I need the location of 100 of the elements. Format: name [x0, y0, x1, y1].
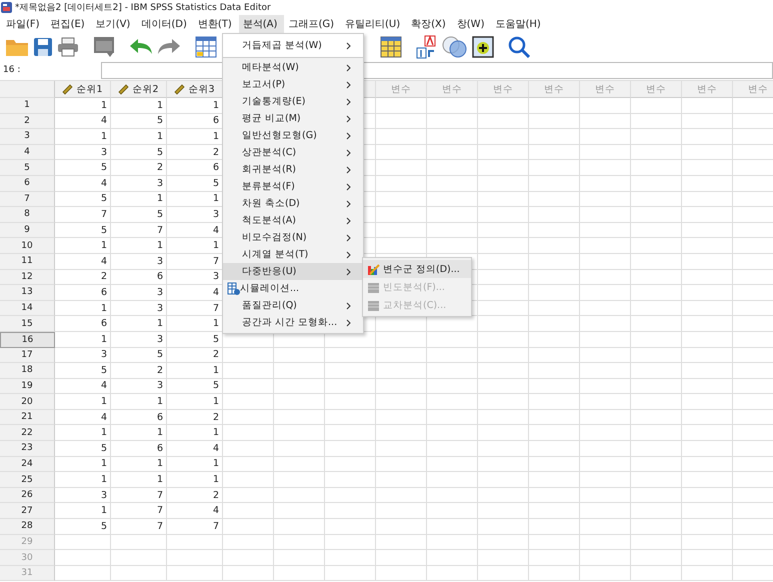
- menu-item[interactable]: 회귀분석(R): [223, 161, 363, 178]
- menu-item[interactable]: 거듭제곱 분석(W): [223, 34, 363, 57]
- menu-item[interactable]: 분류분석(F): [223, 178, 363, 195]
- table-cell: 2: [167, 410, 223, 426]
- table-cell: 3: [111, 254, 167, 270]
- menu-item[interactable]: 보기(V): [92, 14, 138, 32]
- row-number[interactable]: 6: [0, 176, 55, 192]
- menu-item[interactable]: 확장(X): [407, 14, 453, 32]
- row-number[interactable]: 8: [0, 207, 55, 223]
- column-header[interactable]: 순위1: [55, 81, 111, 98]
- table-cell: 3: [111, 332, 167, 348]
- table-cell: 3: [55, 348, 111, 364]
- row-number[interactable]: 9: [0, 222, 55, 238]
- table-cell: 1: [167, 394, 223, 410]
- table-cell: 1: [55, 238, 111, 254]
- row-number[interactable]: 18: [0, 363, 55, 379]
- menu-item[interactable]: 변환(T): [194, 14, 239, 32]
- window-title: *제목없음2 [데이터세트2] - IBM SPSS Statistics Data Editor: [15, 2, 271, 14]
- menu-item[interactable]: 파일(F): [2, 14, 47, 32]
- menu-item[interactable]: 상관분석(C): [223, 144, 363, 161]
- row-number[interactable]: 11: [0, 254, 55, 270]
- row-number[interactable]: 15: [0, 316, 55, 332]
- row-number[interactable]: 16: [0, 332, 55, 348]
- menu-item[interactable]: 다중반응(U): [223, 263, 363, 280]
- column-header[interactable]: 순위3: [167, 81, 223, 98]
- row-number[interactable]: 21: [0, 410, 55, 426]
- table-cell: 1: [111, 472, 167, 488]
- row-number[interactable]: 26: [0, 488, 55, 504]
- table-cell: 2: [111, 363, 167, 379]
- row-number[interactable]: 14: [0, 300, 55, 316]
- table-cell: 1: [167, 363, 223, 379]
- row-number[interactable]: 24: [0, 456, 55, 472]
- table-cell: 4: [167, 441, 223, 457]
- table-cell: 7: [55, 207, 111, 223]
- menu-item[interactable]: 메타분석(W): [223, 59, 363, 76]
- table-cell: 1: [55, 472, 111, 488]
- menu-item[interactable]: 보고서(P): [223, 76, 363, 93]
- row-number[interactable]: 5: [0, 160, 55, 176]
- menu-item[interactable]: 품질관리(Q): [223, 297, 363, 314]
- row-number[interactable]: 1: [0, 98, 55, 114]
- table-cell: 2: [55, 270, 111, 286]
- menu-item[interactable]: 시뮬레이션...: [223, 280, 363, 297]
- menu-item[interactable]: 비모수검정(N): [223, 229, 363, 246]
- table-cell: 6: [111, 270, 167, 286]
- table-cell: 5: [167, 378, 223, 394]
- table-cell: 4: [55, 410, 111, 426]
- table-cell: 1: [167, 456, 223, 472]
- row-number[interactable]: 20: [0, 394, 55, 410]
- table-cell: 6: [55, 316, 111, 332]
- table-cell: 5: [55, 222, 111, 238]
- table-cell: 1: [55, 129, 111, 145]
- table-cell: 2: [111, 160, 167, 176]
- menu-item[interactable]: 척도분석(A): [223, 212, 363, 229]
- table-cell: 5: [111, 348, 167, 364]
- table-cell: 3: [111, 378, 167, 394]
- table-cell: 4: [55, 254, 111, 270]
- menu-item[interactable]: 분석(A): [238, 14, 284, 32]
- row-number[interactable]: 3: [0, 129, 55, 145]
- menu-item[interactable]: 기술통계량(E): [223, 93, 363, 110]
- row-number[interactable]: 7: [0, 192, 55, 208]
- row-number[interactable]: 17: [0, 348, 55, 364]
- row-number[interactable]: 23: [0, 441, 55, 457]
- row-number[interactable]: 19: [0, 378, 55, 394]
- table-cell: 1: [111, 456, 167, 472]
- menu-item[interactable]: 변수군 정의(D)...: [363, 260, 471, 278]
- row-number[interactable]: 10: [0, 238, 55, 254]
- row-number[interactable]: 28: [0, 519, 55, 535]
- table-cell: 5: [55, 441, 111, 457]
- menu-item[interactable]: 그래프(G): [284, 14, 341, 32]
- table-cell: 1: [111, 316, 167, 332]
- table-cell: 3: [55, 144, 111, 160]
- menu-item[interactable]: 편집(E): [46, 14, 92, 32]
- row-number[interactable]: 4: [0, 144, 55, 160]
- table-cell: 1: [167, 425, 223, 442]
- menu-item[interactable]: 데이터(D): [137, 14, 194, 32]
- row-number[interactable]: 27: [0, 503, 55, 520]
- table-cell: 5: [55, 363, 111, 379]
- table-cell: 1: [111, 425, 167, 442]
- row-number[interactable]: 13: [0, 285, 55, 301]
- row-number[interactable]: 22: [0, 425, 55, 442]
- table-cell: 1: [111, 238, 167, 254]
- menu-item[interactable]: 평균 비교(M): [223, 110, 363, 127]
- menu-item[interactable]: 공간과 시간 모형화...: [223, 314, 363, 331]
- table-cell: 1: [55, 300, 111, 316]
- menu-item[interactable]: 유틸리티(U): [341, 14, 408, 32]
- menu-item[interactable]: 도움말(H): [491, 14, 548, 32]
- row-number[interactable]: 12: [0, 270, 55, 286]
- row-number[interactable]: 25: [0, 472, 55, 488]
- menu-item[interactable]: 시계열 분석(T): [223, 246, 363, 263]
- table-cell: 6: [111, 441, 167, 457]
- cell-reference: 16 :: [2, 65, 22, 75]
- menu-item[interactable]: 차원 축소(D): [223, 195, 363, 212]
- table-cell: 3: [111, 300, 167, 316]
- column-header[interactable]: 순위2: [111, 81, 167, 98]
- table-cell: 5: [111, 207, 167, 223]
- table-cell: 3: [111, 285, 167, 301]
- menu-item[interactable]: 창(W): [452, 14, 492, 32]
- table-cell: 7: [111, 503, 167, 520]
- row-number[interactable]: 2: [0, 114, 55, 130]
- menu-item[interactable]: 일반선형모형(G): [223, 127, 363, 144]
